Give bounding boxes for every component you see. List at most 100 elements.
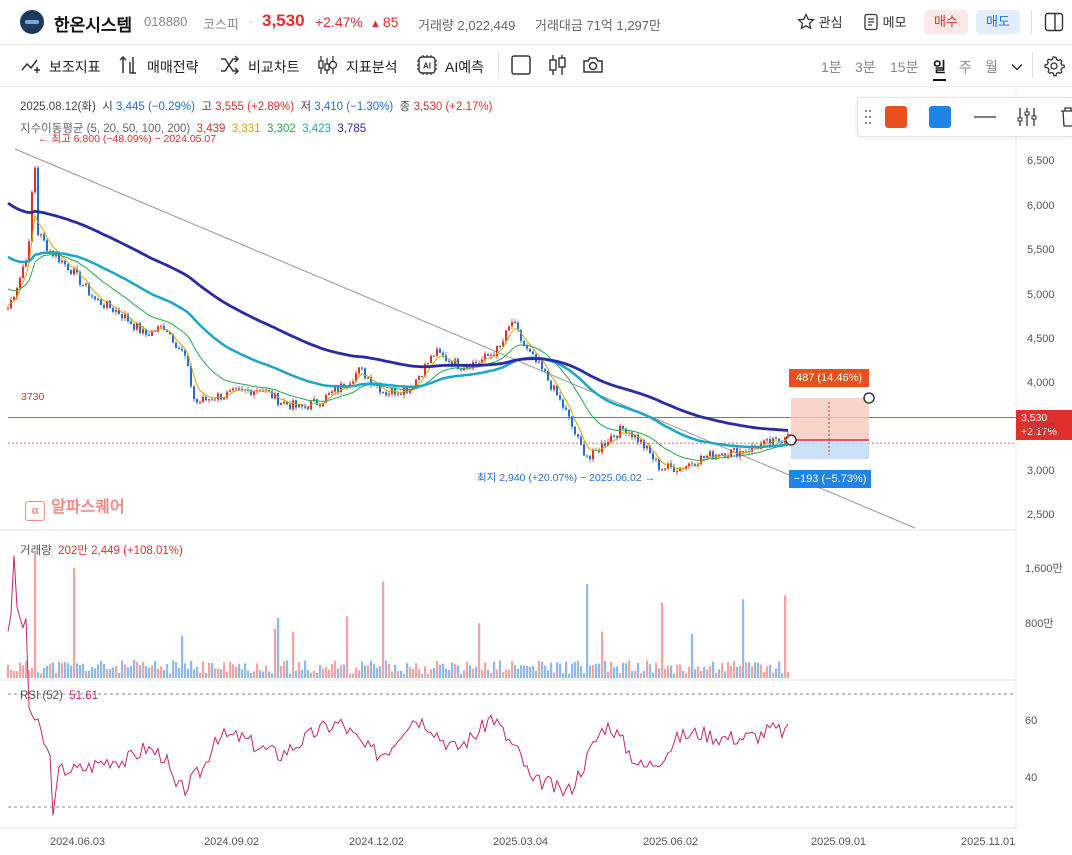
volume-bar (241, 669, 244, 678)
volume-bar (10, 669, 13, 678)
volume-bar (244, 663, 247, 678)
volume-bar (394, 664, 397, 678)
memo-button[interactable]: 메모 (863, 12, 907, 31)
price-axis-label: 3,000 (1027, 465, 1055, 477)
candle-body (67, 264, 69, 271)
volume-bar (118, 672, 121, 678)
ai-predict-button[interactable]: AI예측 (445, 57, 484, 77)
volume-bar (304, 660, 307, 678)
candle-body (787, 434, 789, 438)
volume-bar (499, 660, 502, 678)
settings-sliders-icon[interactable] (1016, 106, 1038, 128)
candle-body (205, 396, 207, 401)
chevron-down-icon[interactable] (1010, 60, 1024, 74)
candle-body (283, 401, 285, 404)
ma20-value: 3,331 (231, 123, 261, 135)
volume-bar (142, 662, 145, 678)
volume-bar (526, 665, 529, 678)
volume-bar (133, 660, 136, 678)
volume-bar (715, 672, 718, 678)
volume-bar (412, 669, 415, 678)
measure-handle-top (863, 392, 875, 404)
low-label: 저 (300, 101, 312, 113)
volume-bar (748, 662, 751, 678)
camera-icon[interactable] (582, 54, 604, 76)
candle-body (202, 396, 204, 403)
market-name: 코스피 (203, 17, 239, 32)
timeframe-3min[interactable]: 3분 (855, 57, 876, 77)
volume-bar (520, 665, 523, 678)
compare-button[interactable]: 비교차트 (248, 57, 300, 77)
volume-bar (433, 667, 436, 678)
min-price-label: 최지 2,940 (+20.07%) − 2025.06.02 → (477, 472, 656, 484)
candle-body (214, 399, 216, 401)
volume-bar (733, 660, 736, 678)
timeframe-15min[interactable]: 15분 (890, 57, 918, 77)
line-style-icon[interactable] (973, 115, 997, 119)
indicator-button[interactable]: 보조지표 (49, 57, 101, 77)
volume-bar (67, 663, 70, 678)
separator-dot: · (249, 14, 254, 29)
candle-body (559, 395, 561, 400)
color-swatch-red[interactable] (885, 106, 907, 128)
timeframe-month[interactable]: 월 (985, 57, 998, 77)
gear-icon[interactable] (1043, 55, 1065, 77)
volume-bar (496, 669, 499, 678)
volume-bar (556, 662, 559, 678)
volume-bar (439, 664, 442, 678)
timeframe-1min[interactable]: 1분 (821, 57, 842, 77)
ai-icon: AI (417, 55, 437, 75)
candle-body (448, 360, 450, 362)
candle-body (664, 468, 666, 470)
analysis-button[interactable]: 지표분석 (346, 57, 398, 77)
change-amount: 85 (370, 14, 399, 30)
volume-bar (466, 661, 469, 678)
panel-toggle-icon[interactable] (1044, 12, 1064, 32)
candle-body (556, 385, 558, 396)
volume-bar (538, 660, 541, 678)
timeframe-day[interactable]: 일 (933, 57, 946, 81)
volume-bar (61, 663, 64, 678)
volume-bar (166, 663, 169, 678)
candle-icon[interactable] (547, 54, 569, 76)
volume-bar (472, 668, 475, 678)
buy-button[interactable]: 매수 (924, 10, 968, 34)
candle-body (616, 436, 618, 438)
volume-bar (151, 665, 154, 678)
timeframe-week[interactable]: 주 (959, 57, 972, 77)
candle-body (460, 369, 462, 371)
candle-body (610, 435, 612, 442)
ohlc-info-line: 2025.08.12(화) 시 3,445 (−0.29%) 고 3,555 (… (20, 98, 492, 114)
watermark-text: 알파스퀘어 (51, 499, 125, 516)
trash-icon[interactable] (1060, 106, 1072, 128)
candle-body (733, 448, 735, 450)
candle-body (499, 345, 501, 347)
volume-bar (760, 664, 763, 678)
date-tick: 2024.06.03 (50, 836, 106, 848)
candle-body (400, 393, 402, 395)
volume-bar (388, 663, 391, 678)
date-tick: 2025.11.01 (961, 836, 1016, 848)
chart-type-box-icon[interactable] (510, 54, 532, 76)
candle-body (100, 299, 102, 305)
sell-button[interactable]: 매도 (976, 10, 1020, 34)
volume-bar (622, 662, 625, 678)
volume-bar (79, 665, 82, 678)
volume-bar (670, 665, 673, 678)
volume-bar (592, 665, 595, 678)
volume-bar (391, 671, 394, 678)
candle-body (613, 435, 615, 437)
rsi-axis-40: 40 (1025, 772, 1038, 784)
candle-body (427, 362, 429, 364)
watch-button[interactable]: 관심 (797, 12, 843, 31)
volume-bar (82, 663, 85, 678)
drag-handle-icon[interactable] (864, 108, 872, 126)
strategy-button[interactable]: 매매전략 (147, 57, 199, 77)
candle-body (433, 355, 435, 357)
ema-20-line (7, 214, 789, 470)
volume-bar (571, 663, 574, 678)
color-swatch-blue[interactable] (929, 106, 951, 128)
date-tick: 2024.09.02 (204, 836, 260, 848)
volume-bar (349, 673, 352, 678)
volume-bar (220, 669, 223, 678)
